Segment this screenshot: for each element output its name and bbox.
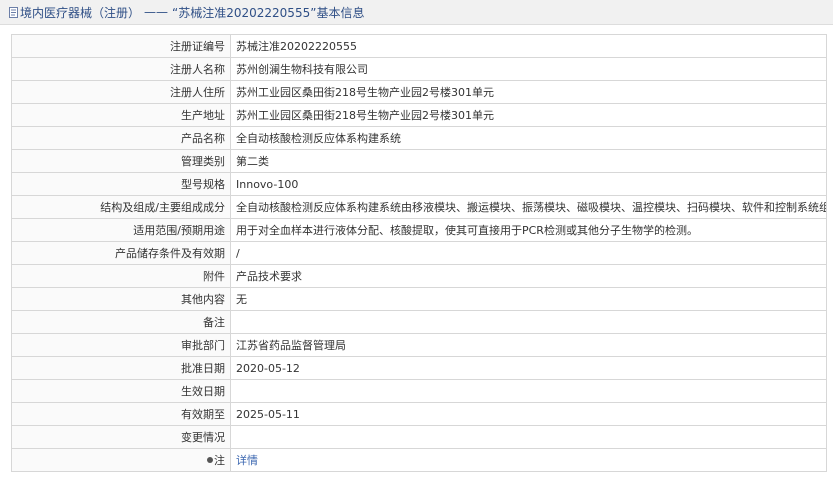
field-value: 无 — [230, 287, 827, 311]
page-title-suffix: 基本信息 — [316, 5, 365, 20]
table-row: 生效日期 — [11, 379, 827, 403]
table-row: 注册证编号 苏械注准20202220555 — [11, 34, 827, 58]
field-label: 注册证编号 — [11, 34, 231, 58]
field-label: 结构及组成/主要组成成分 — [11, 195, 231, 219]
table-row: 型号规格 Innovo-100 — [11, 172, 827, 196]
field-label: 批准日期 — [11, 356, 231, 380]
table-row: 附件 产品技术要求 — [11, 264, 827, 288]
field-label: 审批部门 — [11, 333, 231, 357]
field-value: 江苏省药品监督管理局 — [230, 333, 827, 357]
field-label: 管理类别 — [11, 149, 231, 173]
field-label: 生效日期 — [11, 379, 231, 403]
field-label: 型号规格 — [11, 172, 231, 196]
table-row-note: 注详情 — [11, 448, 827, 472]
field-value: 用于对全血样本进行液体分配、核酸提取，使其可直接用于PCR检测或其他分子生物学的… — [230, 218, 827, 242]
table-row: 结构及组成/主要组成成分 全自动核酸检测反应体系构建系统由移液模块、搬运模块、振荡… — [11, 195, 827, 219]
breadcrumb-separator: —— — [144, 5, 169, 19]
table-row: 备注 — [11, 310, 827, 334]
field-value: 第二类 — [230, 149, 827, 173]
field-value: / — [230, 241, 827, 265]
note-label: 注 — [214, 454, 225, 467]
field-value — [230, 425, 827, 449]
field-value: 苏州工业园区桑田街218号生物产业园2号楼301单元 — [230, 103, 827, 127]
table-row: 产品名称 全自动核酸检测反应体系构建系统 — [11, 126, 827, 150]
document-icon — [9, 6, 18, 18]
note-label-cell: 注 — [11, 448, 231, 472]
field-value: 苏州工业园区桑田街218号生物产业园2号楼301单元 — [230, 80, 827, 104]
table-row: 审批部门 江苏省药品监督管理局 — [11, 333, 827, 357]
field-value: 苏械注准20202220555 — [230, 34, 827, 58]
field-label: 附件 — [11, 264, 231, 288]
field-label: 生产地址 — [11, 103, 231, 127]
field-value: 2025-05-11 — [230, 402, 827, 426]
field-value — [230, 379, 827, 403]
field-value: 产品技术要求 — [230, 264, 827, 288]
table-row: 批准日期 2020-05-12 — [11, 356, 827, 380]
field-label: 注册人名称 — [11, 57, 231, 81]
breadcrumb-category: 境内医疗器械（注册） — [20, 5, 141, 20]
field-label: 产品名称 — [11, 126, 231, 150]
field-label: 变更情况 — [11, 425, 231, 449]
table-row: 其他内容无 — [11, 287, 827, 311]
field-value: 2020-05-12 — [230, 356, 827, 380]
bullet-icon — [207, 457, 213, 463]
note-value-cell: 详情 — [230, 448, 827, 472]
field-label: 适用范围/预期用途 — [11, 218, 231, 242]
basic-info-table: 注册证编号 苏械注准20202220555 注册人名称 苏州创澜生物科技有限公司 注册人… — [11, 34, 827, 472]
table-row: 有效期至 2025-05-11 — [11, 402, 827, 426]
table-row: 注册人名称 苏州创澜生物科技有限公司 — [11, 57, 827, 81]
field-label: 备注 — [11, 310, 231, 334]
table-row: 变更情况 — [11, 425, 827, 449]
table-row: 生产地址 苏州工业园区桑田街218号生物产业园2号楼301单元 — [11, 103, 827, 127]
table-row: 注册人住所 苏州工业园区桑田街218号生物产业园2号楼301单元 — [11, 80, 827, 104]
registration-title: “苏械注准20202220555” — [172, 5, 317, 20]
field-label: 其他内容 — [11, 287, 231, 311]
field-value: 全自动核酸检测反应体系构建系统由移液模块、搬运模块、振荡模块、磁吸模块、温控模块… — [230, 195, 827, 219]
field-label: 有效期至 — [11, 402, 231, 426]
table-row: 管理类别 第二类 — [11, 149, 827, 173]
field-label: 注册人住所 — [11, 80, 231, 104]
field-value: 全自动核酸检测反应体系构建系统 — [230, 126, 827, 150]
details-link[interactable]: 详情 — [236, 454, 258, 467]
field-value — [230, 310, 827, 334]
field-value: 苏州创澜生物科技有限公司 — [230, 57, 827, 81]
table-row: 产品储存条件及有效期 / — [11, 241, 827, 265]
table-row: 适用范围/预期用途 用于对全血样本进行液体分配、核酸提取，使其可直接用于PCR检测… — [11, 218, 827, 242]
field-value: Innovo-100 — [230, 172, 827, 196]
field-label: 产品储存条件及有效期 — [11, 241, 231, 265]
page: 境内医疗器械（注册） —— “苏械注准20202220555” 基本信息 注册证… — [0, 0, 833, 502]
page-header: 境内医疗器械（注册） —— “苏械注准20202220555” 基本信息 — [0, 0, 833, 25]
